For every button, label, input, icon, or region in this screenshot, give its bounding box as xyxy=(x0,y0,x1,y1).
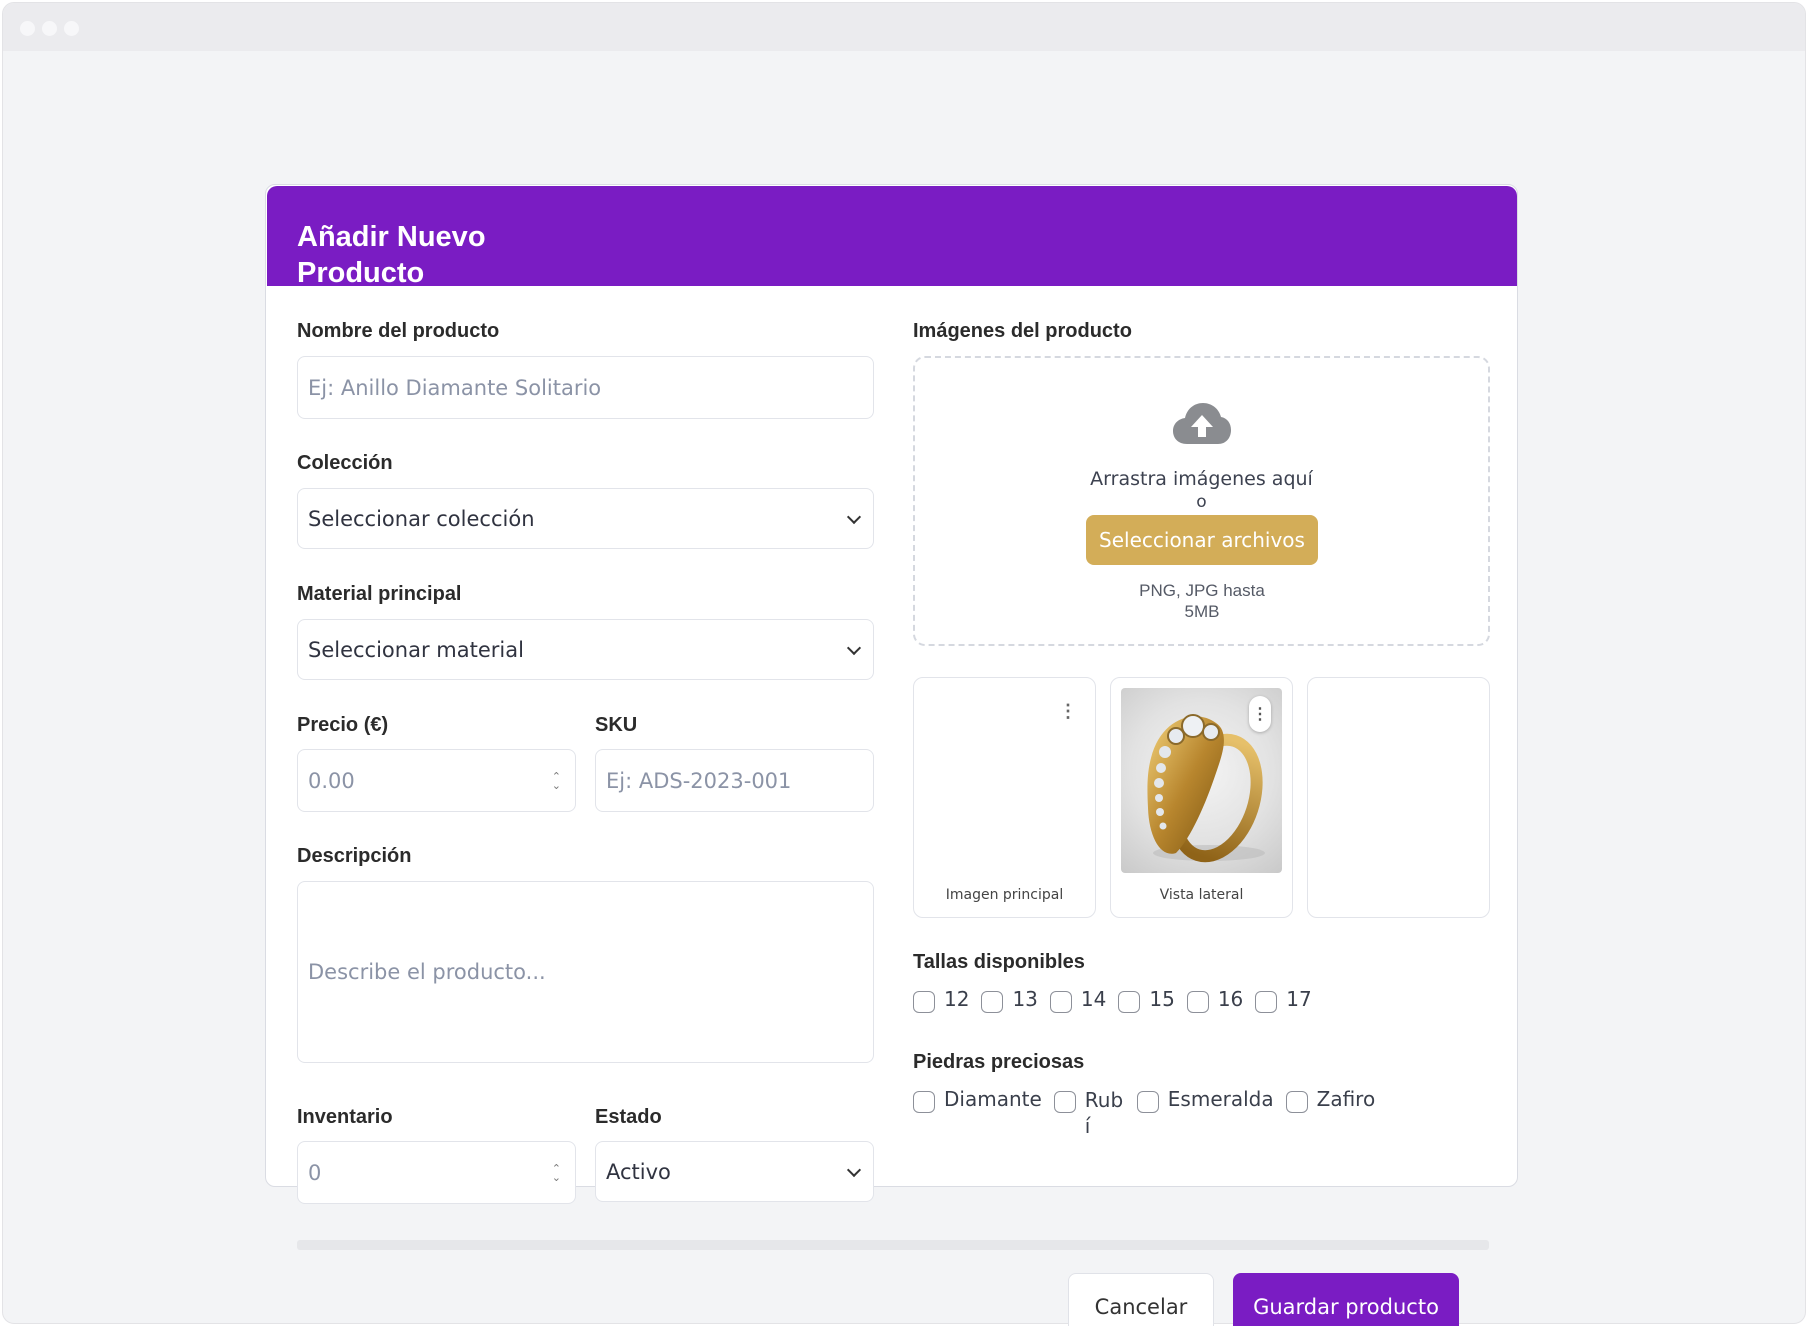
size-option-17[interactable]: 17 xyxy=(1255,987,1312,1013)
gemstones-label: Piedras preciosas xyxy=(913,1051,1085,1073)
inventory-placeholder: 0 xyxy=(308,1160,322,1185)
size-option-label: 13 xyxy=(1012,987,1038,1011)
image-slot-empty[interactable] xyxy=(1307,677,1490,918)
checkbox[interactable] xyxy=(981,991,1004,1013)
sku-input[interactable]: Ej: ADS-2023-001 xyxy=(595,749,874,812)
dropzone-drag-text: Arrastra imágenes aquí xyxy=(1090,468,1313,490)
save-product-button[interactable]: Guardar producto xyxy=(1233,1273,1459,1326)
checkbox[interactable] xyxy=(1255,991,1278,1013)
stepper-arrows-icon[interactable]: ⌃ ⌄ xyxy=(552,771,561,791)
cancel-button[interactable]: Cancelar xyxy=(1068,1273,1214,1326)
sizes-label: Tallas disponibles xyxy=(913,951,1085,973)
form-header: Añadir Nuevo Producto xyxy=(267,186,1517,289)
footer-divider xyxy=(297,1240,1489,1250)
description-placeholder: Describe el producto... xyxy=(308,960,546,984)
collection-label: Colección xyxy=(297,452,393,474)
stone-option-label: Rubí xyxy=(1084,1088,1124,1138)
image-slot-caption: Imagen principal xyxy=(945,887,1064,903)
stone-option-label: Esmeralda xyxy=(1167,1087,1274,1111)
size-option-16[interactable]: 16 xyxy=(1186,987,1244,1013)
dropzone-or-text: o xyxy=(1196,492,1207,512)
sku-label: SKU xyxy=(595,714,638,736)
size-option-15[interactable]: 15 xyxy=(1118,987,1175,1013)
checkbox[interactable] xyxy=(1053,1091,1076,1113)
price-placeholder: 0.00 xyxy=(308,768,355,793)
checkbox[interactable] xyxy=(913,1091,935,1113)
window-close-control[interactable] xyxy=(20,21,35,36)
chevron-down-icon xyxy=(846,1162,862,1177)
collection-select[interactable]: Seleccionar colección xyxy=(297,488,874,549)
material-selected-value: Seleccionar material xyxy=(308,637,524,662)
dropzone-hint: PNG, JPG hasta 5MB xyxy=(1139,581,1265,621)
product-name-input[interactable]: Ej: Anillo Diamante Solitario xyxy=(297,356,874,419)
sizes-checkbox-group: 12 13 14 15 16 17 xyxy=(913,987,1324,1013)
product-name-placeholder: Ej: Anillo Diamante Solitario xyxy=(308,375,602,400)
size-option-label: 12 xyxy=(944,987,970,1011)
size-option-label: 16 xyxy=(1217,987,1244,1011)
more-vertical-icon[interactable]: ⋮ xyxy=(1249,696,1271,732)
select-files-button[interactable]: Seleccionar archivos xyxy=(1086,515,1318,565)
cloud-upload-icon xyxy=(1173,402,1231,451)
checkbox[interactable] xyxy=(1136,1091,1159,1113)
collection-selected-value: Seleccionar colección xyxy=(308,506,535,531)
page-title: Añadir Nuevo Producto xyxy=(297,221,486,289)
status-label: Estado xyxy=(595,1106,662,1128)
status-selected-value: Activo xyxy=(606,1159,671,1184)
stone-option-diamante[interactable]: Diamante xyxy=(913,1087,1042,1113)
price-label: Precio (€) xyxy=(297,714,389,736)
chevron-down-icon xyxy=(846,509,862,524)
size-option-label: 14 xyxy=(1080,987,1107,1011)
size-option-12[interactable]: 12 xyxy=(913,987,969,1013)
image-slot-caption: Vista lateral xyxy=(1159,887,1244,903)
gemstones-checkbox-group: Diamante Rubí Esmeralda Zafiro xyxy=(913,1087,1387,1139)
material-select[interactable]: Seleccionar material xyxy=(297,619,874,680)
size-option-14[interactable]: 14 xyxy=(1049,987,1107,1013)
checkbox[interactable] xyxy=(913,991,935,1013)
stone-option-label: Diamante xyxy=(944,1087,1042,1111)
checkbox[interactable] xyxy=(1285,1091,1308,1113)
inventory-label: Inventario xyxy=(297,1106,393,1128)
image-dropzone[interactable]: Arrastra imágenes aquí o Seleccionar arc… xyxy=(913,356,1490,646)
product-name-label: Nombre del producto xyxy=(297,320,500,342)
size-option-label: 17 xyxy=(1286,987,1312,1011)
window-minimize-control[interactable] xyxy=(42,21,57,36)
stepper-arrows-icon[interactable]: ⌃ ⌄ xyxy=(552,1163,561,1183)
price-input[interactable]: 0.00 ⌃ ⌄ xyxy=(297,749,576,812)
stone-option-zafiro[interactable]: Zafiro xyxy=(1285,1087,1376,1113)
stone-option-rubi[interactable]: Rubí xyxy=(1053,1087,1125,1139)
checkbox[interactable] xyxy=(1118,991,1141,1013)
product-images-label: Imágenes del producto xyxy=(913,320,1132,342)
description-label: Descripción xyxy=(297,845,412,867)
image-slot-side-view[interactable]: ⋮ Vista lateral xyxy=(1110,677,1293,918)
window-maximize-control[interactable] xyxy=(64,21,79,36)
size-option-13[interactable]: 13 xyxy=(981,987,1038,1013)
sku-placeholder: Ej: ADS-2023-001 xyxy=(606,768,792,793)
image-slot-main[interactable]: ⋮ Imagen principal xyxy=(913,677,1096,918)
checkbox[interactable] xyxy=(1186,991,1209,1013)
chevron-down-icon xyxy=(846,640,862,655)
material-label: Material principal xyxy=(297,583,462,605)
window-titlebar xyxy=(3,3,1805,51)
inventory-input[interactable]: 0 ⌃ ⌄ xyxy=(297,1141,576,1204)
stone-option-esmeralda[interactable]: Esmeralda xyxy=(1136,1087,1274,1113)
checkbox[interactable] xyxy=(1049,991,1072,1013)
more-vertical-icon[interactable]: ⋮ xyxy=(1059,702,1077,720)
status-select[interactable]: Activo xyxy=(595,1141,874,1202)
description-textarea[interactable]: Describe el producto... xyxy=(297,881,874,1063)
size-option-label: 15 xyxy=(1149,987,1175,1011)
stone-option-label: Zafiro xyxy=(1316,1087,1376,1111)
